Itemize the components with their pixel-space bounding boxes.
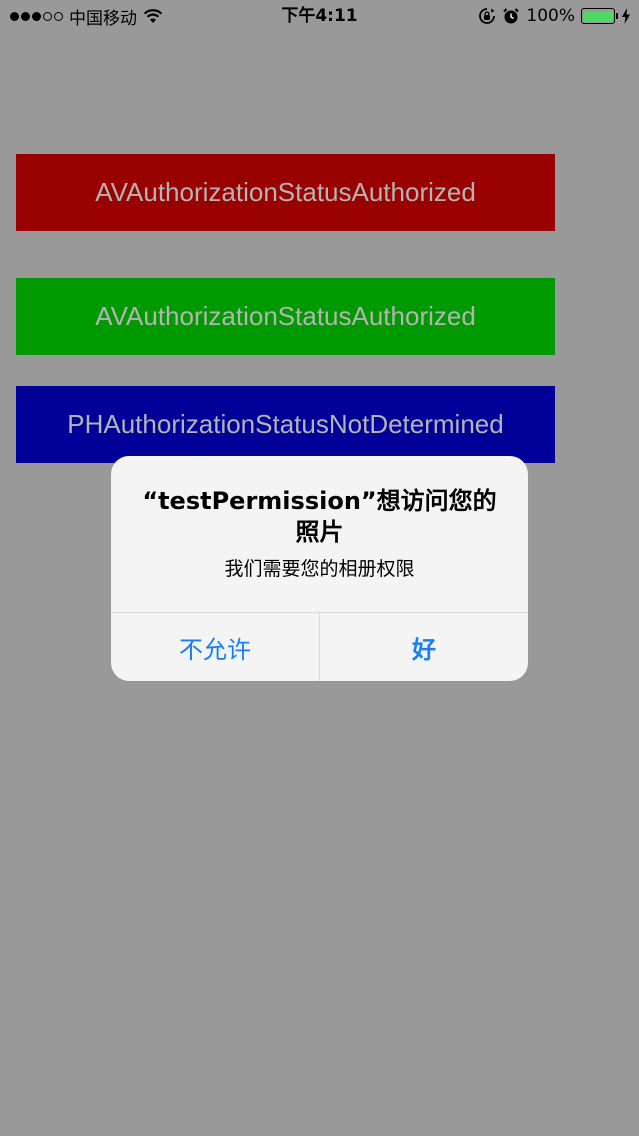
carrier-name: 中国移动 xyxy=(69,8,137,29)
alert-button-row: 不允许 好 xyxy=(111,612,528,681)
alert-title: “testPermission”想访问您的照片 xyxy=(142,487,497,546)
ok-button[interactable]: 好 xyxy=(320,613,528,681)
cellular-signal-icon xyxy=(10,11,63,21)
charging-bolt-icon xyxy=(621,8,631,24)
wifi-icon xyxy=(143,8,163,24)
battery-icon xyxy=(581,8,618,24)
status-bar-left: 中国移动 xyxy=(10,5,163,29)
microphone-status-button[interactable]: AVAuthorizationStatusAuthorized xyxy=(16,278,555,355)
battery-fill xyxy=(583,10,613,22)
battery-percentage: 100% xyxy=(526,6,575,26)
status-bar-right: 100% xyxy=(478,5,631,27)
status-bar: 中国移动 下午4:11 100% xyxy=(0,0,639,34)
photo-library-status-button[interactable]: PHAuthorizationStatusNotDetermined xyxy=(16,386,555,463)
camera-status-button[interactable]: AVAuthorizationStatusAuthorized xyxy=(16,154,555,231)
alert-message: 我们需要您的相册权限 xyxy=(224,558,415,580)
dont-allow-button[interactable]: 不允许 xyxy=(111,613,319,681)
permission-alert: “testPermission”想访问您的照片 我们需要您的相册权限 不允许 好 xyxy=(111,456,528,681)
orientation-lock-icon xyxy=(478,7,496,25)
alarm-icon xyxy=(502,7,520,25)
